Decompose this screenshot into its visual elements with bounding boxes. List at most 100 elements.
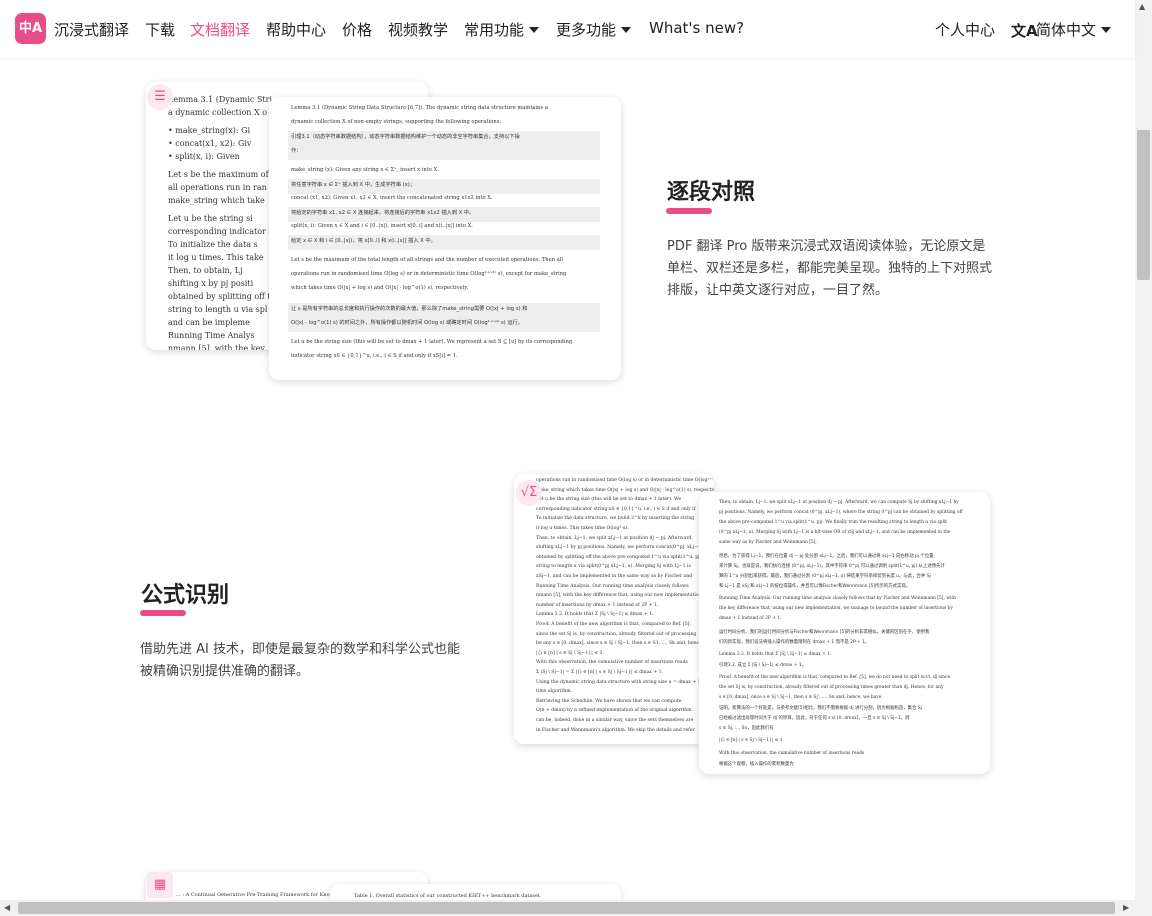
pdf-text-line: Then, to obtain, Lj−1, we split xLj−1 at… — [719, 500, 959, 505]
pdf-text-line: Then, to obtain, Lj−1, we split xLj−1 at… — [536, 535, 693, 541]
pdf-text-line: Running Time Analys — [168, 331, 255, 340]
pdf-text-line: it log u times. This take — [168, 253, 264, 262]
pdf-text-line: shifting xLj−1 by pj positions. Namely, … — [536, 545, 703, 551]
table-icon: ▦ — [147, 872, 173, 898]
pdf-text-line: a dynamic collection X o — [168, 108, 268, 117]
nav-whats-new[interactable]: What's new? — [649, 19, 744, 37]
pdf-text-line: 算的 1^u 分割出来获得。最后，我们通过分割 (0^pj xLj−1, u) … — [719, 574, 931, 579]
translate-language-icon[interactable]: 文A — [1011, 20, 1038, 41]
pdf-text-line: make_string (x): Given any string x ∈ Σ⁺… — [291, 167, 439, 173]
section-title-formula-recognition: 公式识别 — [141, 583, 230, 608]
pdf-text-line: Let u be the string size (this will be s… — [291, 339, 573, 345]
brand-name[interactable]: 沉浸式翻译 — [54, 19, 129, 40]
pdf-text-line: in Fischer and Wennmann's algorithm. We … — [536, 727, 695, 733]
pdf-text-line: shifting x by pj positi — [168, 279, 254, 288]
pdf-text-line: indicator string xS ∈ {0,1}^u, i.e., i ∈… — [291, 353, 458, 359]
pdf-text-line: make_string which take — [168, 196, 265, 205]
pdf-text-line: since the set Sj is, by construction, al… — [536, 631, 697, 637]
pdf-text-line: operations run in randomised time O(log … — [536, 478, 714, 483]
pdf-text-line: it log u times. This takes time O(log² u… — [536, 526, 629, 531]
pdf-text-line: • concat(x1, x2): Giv — [168, 139, 252, 148]
nav-download[interactable]: 下载 — [145, 19, 175, 40]
pdf-text-line: which takes time O(|x| + log s) and O(|x… — [291, 285, 469, 291]
pdf-text-line: time algorithm. — [536, 689, 573, 695]
chevron-down-icon — [1101, 27, 1112, 33]
section-title-underline — [140, 610, 186, 616]
pdf-text-line: Lemma 3.1 (Dynamic Stri — [168, 95, 273, 104]
pdf-text-line: pj positions. Namely, we perform concat … — [719, 510, 963, 515]
pdf-text-line: dmax + 1 instead of 2P + 1. — [719, 616, 782, 621]
pdf-text-line: 运行时间分析。我们的运行时间分析与Fischer和Wennmann [5]的分析… — [719, 630, 930, 635]
pdf-text-line: Proof. A benefit of the new algorithm is… — [536, 622, 691, 627]
pdf-text-line: With this observation, the cumulative nu… — [536, 660, 688, 666]
pdf-text-line: To initialize the data s — [168, 240, 258, 249]
pdf-text-line: O(n + dmax) by a refined implementation … — [536, 708, 694, 714]
pdf-text-line: xSj−1, and can be implemented in the sam… — [536, 574, 693, 579]
section-title-underline — [666, 208, 712, 214]
pdf-text-line: be any s ∈ [0..dmax], since s ∈ Sj \ Sj−… — [536, 641, 704, 647]
pdf-text-line: all operations run in ran — [168, 183, 267, 192]
pdf-text-line: 来计算 Sj。也就是说，我们执行连接 (0^pj, xLj−1)，其中字符串 0… — [719, 564, 945, 569]
pdf-text-line: Then, to obtain, Lj — [168, 266, 243, 275]
chevron-down-icon — [621, 27, 632, 33]
pdf-text-line: number of insertions by dmax + 1 instead… — [536, 602, 659, 608]
pdf-text-line: the set Sj is, by construction, already … — [719, 685, 944, 690]
pdf-text-line: 已经被过滤出处理时间大于 dj 的项目。因此，对于任何 s ∈ [0..dmax… — [719, 716, 910, 721]
pdf-text-line: With this observation, the cumulative nu… — [719, 751, 865, 756]
pdf-text-line: (0^pj xLj−1, u). Merging Sj with Lj−1 is… — [719, 530, 951, 535]
top-navbar: 中A 沉浸式翻译 下载 文档翻译 帮助中心 价格 视频教学 常用功能 更多功能 … — [0, 0, 1135, 58]
nav-doc-translate[interactable]: 文档翻译 — [190, 19, 250, 40]
nav-account[interactable]: 个人中心 — [935, 19, 995, 40]
nav-pricing[interactable]: 价格 — [342, 19, 372, 40]
language-selector[interactable]: 简体中文 — [1036, 19, 1112, 40]
horizontal-scrollbar-thumb[interactable] — [18, 902, 1115, 914]
pdf-text-line: string to length u via spl — [168, 305, 268, 314]
pdf-text-line: Let u be the string si — [168, 214, 253, 223]
pdf-text-line: Lemma 3.1 (Dynamic String Data Structure… — [291, 105, 548, 111]
scroll-right-arrow-icon[interactable]: ▶ — [1123, 903, 1129, 912]
nav-common-features[interactable]: 常用功能 — [464, 19, 540, 40]
pdf-text-line: Let s be the maximum of the total length… — [291, 257, 564, 263]
translated-pdf-preview: Lemma 3.1 (Dynamic String Data Structure… — [269, 97, 621, 380]
pdf-text-line: Let s be the maximum of — [168, 170, 269, 179]
pdf-text-line: concat (x1, x2): Given x1, x2 ∈ X, inser… — [291, 195, 493, 201]
pdf-text-line: can be, indeed, done in a similar way, s… — [536, 718, 694, 723]
pdf-text-line: 作： — [291, 148, 302, 154]
pdf-text-line: split(x, i): Given x ∈ X and i ∈ [0..|x|… — [291, 223, 473, 229]
pdf-text-line: To initialize the data structure, we bui… — [536, 516, 695, 522]
pdf-text-line: Table 1. Overall statistics of our const… — [354, 893, 542, 899]
nav-more-features[interactable]: 更多功能 — [556, 19, 632, 40]
pdf-text-line: obtained by splitting off the above pre-… — [536, 554, 702, 560]
pdf-text-line: Retrieving the Schedule. We have shown t… — [536, 698, 682, 704]
pdf-text-line: the above pre-computed 1^u via split(1^u… — [719, 520, 948, 525]
pdf-text-line: 们的新实现，我们设法将插入操作的数量限制在 dmax + 1 而不是 2P + … — [719, 640, 870, 645]
pdf-text-line: |{i ∈ [n] | s ∈ Sj \ Sj−1}| ≤ 1 — [719, 738, 783, 743]
pdf-text-line: 引理3.1（动态字符串数据结构），动态字符串数据结构维护一个动态的非空字符串集合… — [291, 134, 520, 140]
pdf-text-line: 将给定的字符串 x1, x2 ∈ X 连接起来，将连接后的字符串 x1x2 插入… — [291, 210, 475, 216]
pdf-text-line: 将任意字符串 x ∈ Σ⁺ 插入到 X 中，生成字符串 (x)； — [291, 182, 416, 188]
nav-common-features-label: 常用功能 — [464, 21, 525, 39]
pdf-text-line: corresponding indicator st — [168, 227, 276, 236]
pdf-text-line: Proof. A benefit of the new algorithm is… — [719, 675, 951, 680]
scroll-up-arrow-icon[interactable]: ▲ — [1139, 2, 1145, 11]
pdf-text-line: 根据这个观察，插入操作的累积数量为 — [719, 762, 794, 767]
pdf-text-line: same way as by Fischer and Wennmann [5]. — [719, 540, 817, 545]
pdf-text-line: make_string which takes time O(|x| + log… — [536, 487, 714, 493]
scroll-left-arrow-icon[interactable]: ◀ — [4, 903, 10, 912]
pdf-text-line: Let u be the string size (this will be s… — [536, 497, 682, 503]
pdf-text-line: • split(x, i): Given — [168, 152, 240, 161]
brand-logo-icon[interactable]: 中A — [15, 13, 46, 44]
pdf-text-line: 证明。新算法的一个好处是，与参考文献[5]相比，我们不需要根据 dj 进行分割，… — [719, 706, 922, 711]
pdf-text-line: Σ |Sj \ Sj−1| = Σ |{i ∈ [n] | s ∈ Sj \ S… — [536, 670, 664, 675]
pdf-text-line: the key difference that, using our new i… — [719, 606, 953, 611]
nav-help-center[interactable]: 帮助中心 — [266, 19, 326, 40]
translated-formula-pdf-preview: Then, to obtain, Lj−1, we split xLj−1 at… — [699, 492, 990, 774]
pdf-text-line: 然后，为了获得 Lj−1，我们在位置 dj − pj 处分割 xLj−1。之后，… — [719, 554, 934, 559]
nav-video-tutorials[interactable]: 视频教学 — [388, 19, 448, 40]
pdf-text-line: Running Time Analysis. Our running time … — [719, 596, 957, 601]
language-selector-label: 简体中文 — [1036, 21, 1097, 39]
pdf-text-line: 引理3.2. 成立 Σ |Sj \ Sj−1| ≤ dmax + 1。 — [719, 663, 807, 668]
pdf-text-line: 让 s 是所有字符串的总长度和执行操作的次数的最大值，那么除了make_stri… — [291, 306, 528, 312]
original-formula-pdf-preview: operations run in randomised time O(log … — [514, 474, 714, 744]
vertical-scrollbar-thumb[interactable] — [1137, 130, 1150, 280]
